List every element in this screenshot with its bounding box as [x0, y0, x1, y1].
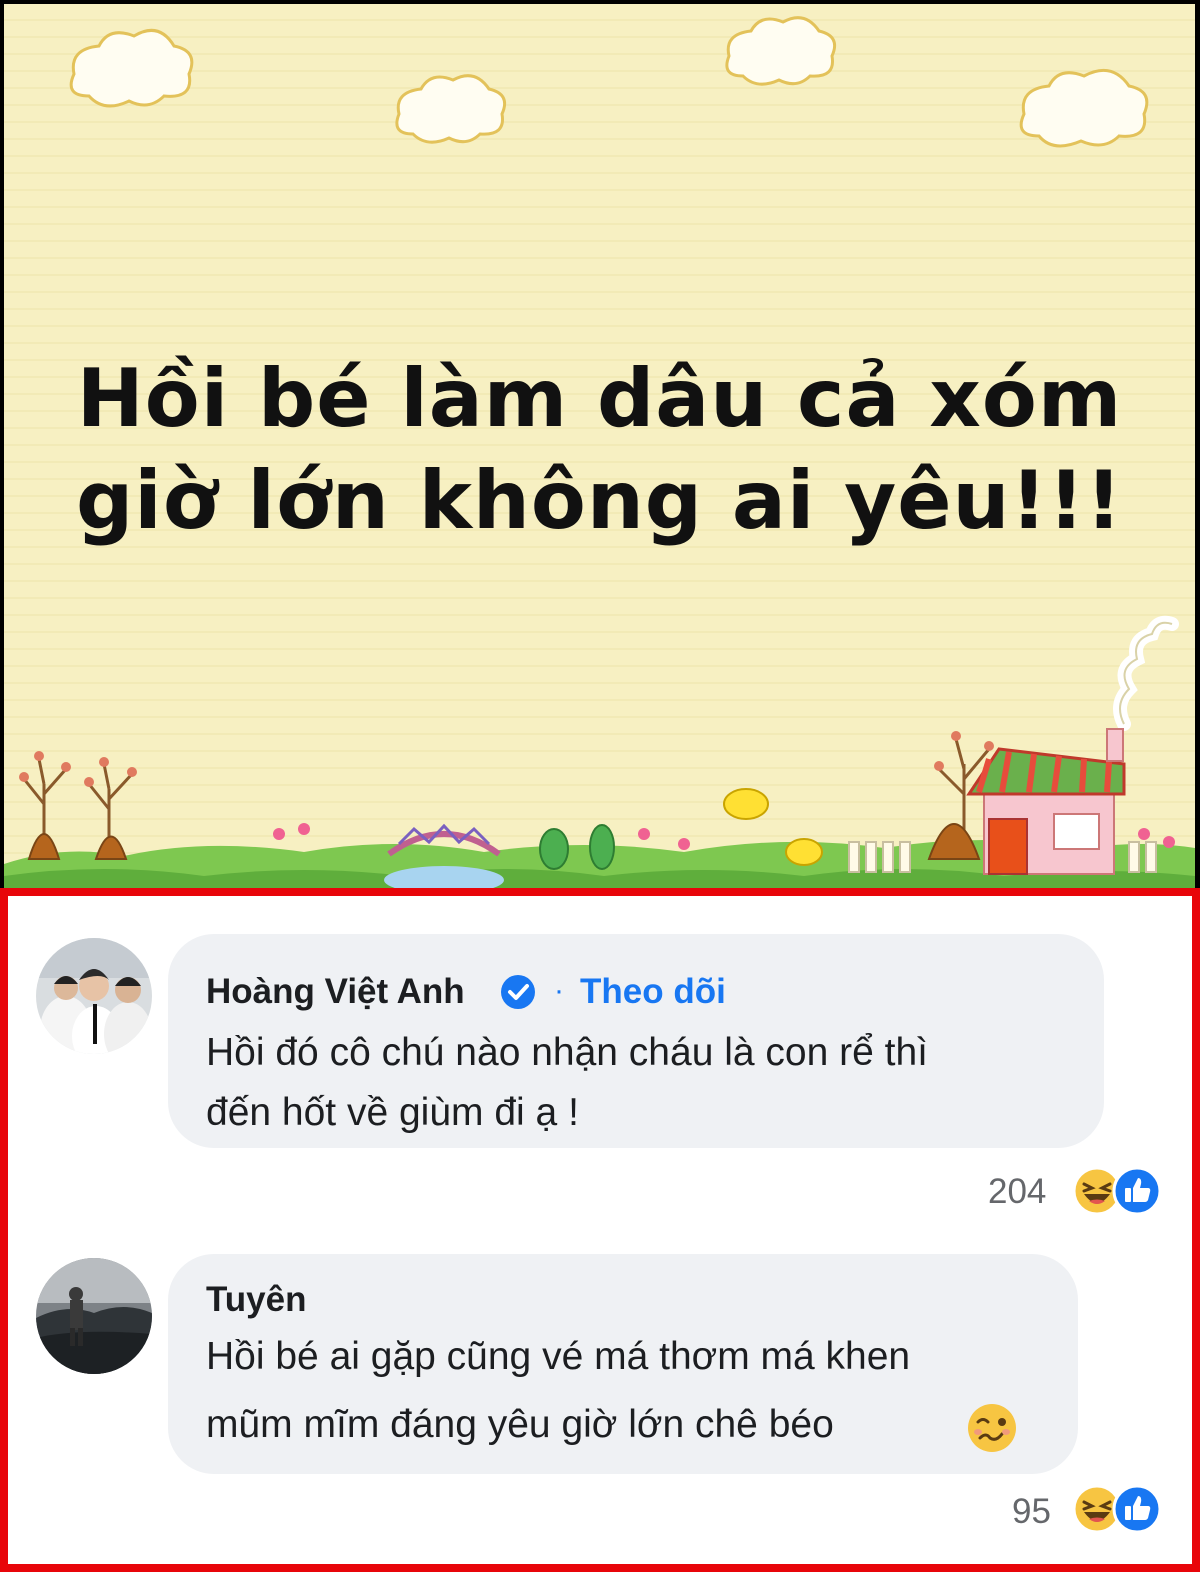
avatar[interactable]	[36, 938, 152, 1054]
woozy-face-icon	[968, 1404, 1016, 1452]
like-icon[interactable]	[1112, 1166, 1162, 1216]
cloud-icon	[69, 28, 194, 108]
comment-text-line-1: Hồi bé ai gặp cũng vé má thơm má khen	[206, 1335, 911, 1378]
meme-banner: Hồi bé làm dâu cả xóm giờ lớn không ai y…	[4, 4, 1195, 890]
headline-line-2: giờ lớn không ai yêu!!!	[76, 454, 1123, 547]
comment-text-line-1: Hồi đó cô chú nào nhận cháu là con rể th…	[206, 1031, 928, 1074]
cloud-icon	[725, 16, 837, 86]
reaction-count[interactable]: 204	[988, 1172, 1046, 1212]
cloud-icon	[395, 74, 507, 144]
headline-line-1: Hồi bé làm dâu cả xóm	[76, 352, 1123, 445]
avatar[interactable]	[36, 1258, 152, 1374]
verified-badge-icon	[501, 975, 535, 1009]
avatar-photo	[36, 1258, 152, 1374]
follow-button[interactable]: Theo dõi	[580, 972, 726, 1012]
like-icon[interactable]	[1112, 1484, 1162, 1534]
follow-separator: ·	[554, 974, 564, 1007]
comment-text-line-2: mũm mĩm đáng yêu giờ lớn chê béo	[206, 1403, 834, 1446]
comment-author[interactable]: Tuyên	[206, 1280, 306, 1320]
comment-text-line-2: đến hốt về giùm đi ạ !	[206, 1091, 579, 1134]
avatar-photo	[36, 938, 152, 1054]
reaction-count[interactable]: 95	[1012, 1492, 1051, 1532]
cloud-icon	[1019, 68, 1149, 148]
cartoon-scenery-illustration	[4, 16, 1195, 890]
comments-panel: Hoàng Việt Anh · Theo dõi Hồi đó cô chú …	[0, 888, 1200, 1572]
comment-author[interactable]: Hoàng Việt Anh	[206, 972, 465, 1012]
